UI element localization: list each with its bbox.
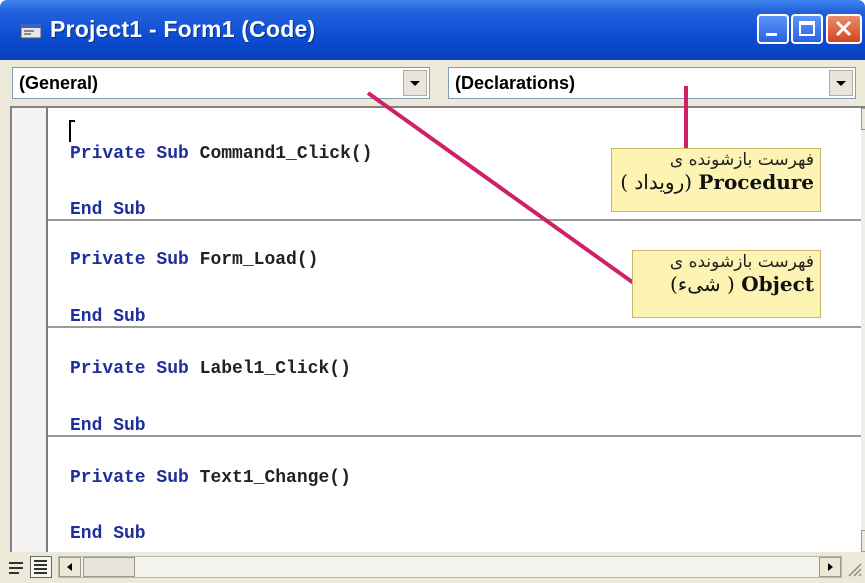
- callout-term-persian: ( شیء): [670, 271, 735, 296]
- bottom-bar: [0, 552, 865, 583]
- procedure-name: Form_Load(): [199, 250, 319, 270]
- margin-indicator-bar[interactable]: [12, 108, 48, 552]
- procedure-declaration[interactable]: Private Sub Label1_Click(): [70, 359, 351, 379]
- procedure-combo-value: (Declarations): [455, 73, 576, 93]
- procedure-separator: [48, 326, 861, 328]
- scroll-right-button[interactable]: [819, 557, 841, 577]
- procedure-separator: [48, 435, 861, 437]
- full-module-view-icon: [34, 560, 47, 574]
- horizontal-scroll-thumb[interactable]: [83, 557, 135, 577]
- callout-term: Object ( شیء): [639, 271, 814, 296]
- end-sub-line[interactable]: End Sub: [70, 416, 146, 436]
- object-combo-dropdown-button[interactable]: [403, 70, 427, 96]
- procedure-name: Command1_Click(): [199, 144, 373, 164]
- procedure-view-icon: [9, 562, 23, 574]
- keyword: Private Sub: [70, 250, 189, 270]
- callout-term: Procedure (رویداد ): [618, 169, 814, 194]
- end-sub-line[interactable]: End Sub: [70, 307, 146, 327]
- callout-heading: فهرست بازشونده ی: [669, 252, 814, 272]
- maximize-icon: [799, 21, 815, 36]
- close-button[interactable]: [826, 14, 862, 44]
- horizontal-scrollbar[interactable]: [58, 556, 842, 578]
- title-bar[interactable]: Project1 - Form1 (Code): [0, 0, 865, 60]
- procedure-declaration[interactable]: Private Sub Command1_Click(): [70, 144, 372, 164]
- keyword: Private Sub: [70, 144, 189, 164]
- minimize-button[interactable]: [757, 14, 789, 44]
- procedure-view-button[interactable]: [6, 556, 28, 578]
- callout-term-english: Procedure: [698, 169, 814, 194]
- chevron-down-icon: [836, 81, 846, 86]
- end-sub-line[interactable]: End Sub: [70, 200, 146, 220]
- keyword: Private Sub: [70, 359, 189, 379]
- code-window: Project1 - Form1 (Code) (General) (Decla…: [0, 0, 865, 583]
- object-combo-value: (General): [19, 73, 99, 93]
- end-sub-line[interactable]: End Sub: [70, 524, 146, 544]
- procedure-combo-dropdown-button[interactable]: [829, 70, 853, 96]
- window-title: Project1 - Form1 (Code): [50, 16, 316, 42]
- combo-row: (General) (Declarations): [0, 60, 865, 106]
- chevron-down-icon: [410, 81, 420, 86]
- resize-grip-icon[interactable]: [846, 560, 862, 578]
- procedure-declaration[interactable]: Private Sub Text1_Change(): [70, 468, 351, 488]
- callout-heading: فهرست بازشونده ی: [669, 150, 814, 170]
- procedure-combo[interactable]: (Declarations): [448, 67, 856, 99]
- text-cursor: [69, 120, 71, 142]
- minimize-icon: [766, 33, 777, 36]
- scroll-up-button[interactable]: [861, 108, 865, 130]
- procedure-declaration[interactable]: Private Sub Form_Load(): [70, 250, 318, 270]
- keyword: End Sub: [70, 524, 146, 544]
- keyword: End Sub: [70, 416, 146, 436]
- keyword: End Sub: [70, 200, 146, 220]
- close-icon: [835, 20, 852, 37]
- procedure-name: Text1_Change(): [199, 468, 351, 488]
- object-list-callout: فهرست بازشونده ی Object ( شیء): [632, 250, 821, 318]
- callout-term-persian: (رویداد ): [620, 169, 693, 194]
- chevron-left-icon: [67, 563, 72, 571]
- vertical-scrollbar[interactable]: [861, 108, 865, 552]
- object-combo[interactable]: (General): [12, 67, 430, 99]
- keyword: End Sub: [70, 307, 146, 327]
- full-module-view-button[interactable]: [30, 556, 52, 578]
- chevron-right-icon: [828, 563, 833, 571]
- scroll-left-button[interactable]: [59, 557, 81, 577]
- keyword: Private Sub: [70, 468, 189, 488]
- scroll-down-button[interactable]: [861, 530, 865, 552]
- callout-term-english: Object: [741, 271, 814, 296]
- procedure-list-callout: فهرست بازشونده ی Procedure (رویداد ): [611, 148, 821, 212]
- procedure-name: Label1_Click(): [199, 359, 351, 379]
- code-window-icon: [20, 23, 42, 39]
- procedure-separator: [48, 219, 861, 221]
- maximize-button[interactable]: [791, 14, 823, 44]
